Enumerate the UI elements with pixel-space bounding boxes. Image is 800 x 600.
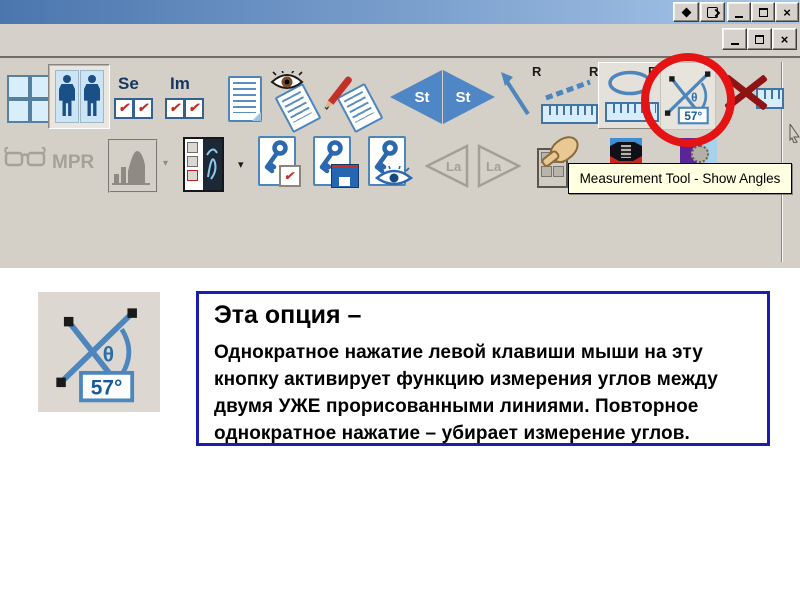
page-arrow-icon [707,6,718,18]
tooltip-text: Measurement Tool - Show Angles [579,171,781,186]
film-icon [621,145,631,158]
r-label: R [532,64,542,79]
histogram-icon [112,151,150,185]
image-label: Im [170,74,190,93]
r-label: R [648,64,658,79]
minimize-icon [730,42,739,45]
key-image-save-button[interactable] [313,136,361,188]
diamond-icon [681,7,691,17]
report-icon [228,76,262,122]
image-check-button[interactable]: Im ✔ ✔ [164,74,206,122]
checkmark-badge-icon: ✔ [279,165,301,187]
dropdown-icon[interactable]: ▾ [238,158,244,171]
mdi-restore-button[interactable] [747,28,772,50]
preview-pane [203,139,222,190]
tooltip: Measurement Tool - Show Angles [568,163,792,194]
svg-text:57°: 57° [91,377,123,400]
close-icon: × [780,31,789,47]
angle-tool-enlarged-image: θ 57° [38,292,160,412]
restore-icon [758,7,768,17]
thumb-icon [187,156,198,167]
edit-report-button[interactable] [327,68,384,134]
dropdown-icon[interactable]: ▾ [163,158,168,169]
thumb-icon [187,142,198,153]
r-label: R [589,64,599,79]
eye-icon [270,71,304,89]
gear-icon [691,145,709,163]
layout-grid-button[interactable] [7,75,53,123]
eye-badge-icon [375,166,413,186]
arrow-icon [501,72,530,116]
menu-bar: × [0,24,800,57]
mpr-button[interactable]: MPR [52,152,94,174]
patient-icon [80,70,104,123]
minimize-icon [735,15,743,18]
export-button[interactable] [610,138,642,165]
checkbox-icon: ✔ [114,98,134,119]
svg-text:θ: θ [103,343,114,366]
restore-button[interactable] [751,2,775,22]
mpr-label: MPR [52,152,95,173]
checkbox-icon: ✔ [184,98,204,119]
view-report-button[interactable] [270,70,328,134]
thumb-selected-icon [187,170,198,181]
layout-label: La [486,159,502,174]
stereo-glasses-button[interactable] [2,145,48,171]
previous-study-label: St [414,88,430,106]
dashed-line-icon [545,79,591,101]
compare-patients-button[interactable] [48,64,110,129]
callout-title: Эта опция – [214,301,362,329]
callout-box: Эта опция – Однократное нажатие левой кл… [196,291,770,446]
key-image-mark-button[interactable]: ✔ [258,136,304,188]
series-label: Se [118,74,139,93]
ellipse-icon [608,70,652,96]
glasses-icon [4,146,46,167]
window-extra-button-2[interactable] [700,2,725,22]
report-button[interactable] [228,76,264,122]
restore-icon [755,34,764,44]
series-check-button[interactable]: Se ✔ ✔ [113,74,155,122]
layout-label: La [446,159,462,174]
angle-tool-icon: θ 57° [664,71,711,125]
key-image-view-button[interactable] [368,136,418,190]
grid-icon [7,75,30,99]
angle-tool-icon-large: θ 57° [56,308,137,403]
close-icon: × [783,4,791,20]
mouse-cursor-icon [789,124,800,143]
measure-angle-button[interactable]: R θ 57° [648,62,716,130]
window-extra-button[interactable] [673,2,699,22]
callout-body: Однократное нажатие левой клавиши мыши н… [214,342,718,444]
minimize-button[interactable] [727,2,751,22]
floppy-disk-icon [331,164,359,188]
checkbox-icon: ✔ [133,98,153,119]
grid-icon [7,99,30,123]
arrow-annotation-button[interactable] [498,70,532,118]
histogram-button[interactable] [108,139,158,193]
next-layout-button[interactable]: La [477,143,522,189]
mdi-close-button[interactable]: × [772,28,797,50]
thumbnail-panel-button[interactable] [183,137,224,192]
svg-text:θ: θ [691,91,697,104]
next-study-label: St [455,88,471,106]
svg-text:57°: 57° [684,110,702,123]
checkbox-icon: ✔ [165,98,185,119]
patient-icon [55,70,79,123]
delete-measurements-button[interactable] [724,72,784,116]
previous-layout-button[interactable]: La [424,143,469,189]
window-titlebar: × [0,0,800,24]
close-button[interactable]: × [775,2,799,22]
slide: × × Se ✔ ✔ Im ✔ ✔ St St R R R θ 57° MPR … [0,0,800,600]
mdi-minimize-button[interactable] [722,28,747,50]
